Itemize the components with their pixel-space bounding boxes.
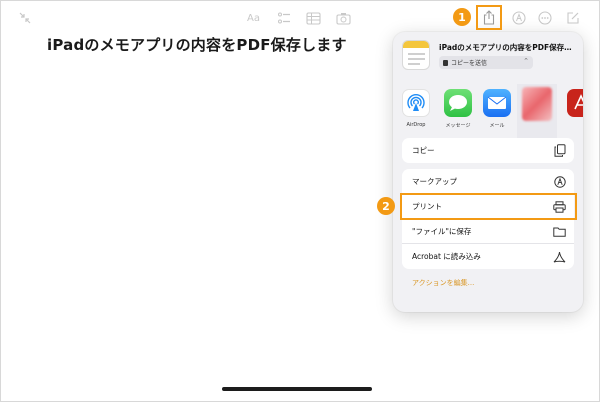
share-button-highlight: [476, 5, 502, 30]
note-title[interactable]: iPadのメモアプリの内容をPDF保存します: [47, 34, 347, 55]
messages-icon: [444, 89, 472, 117]
share-sheet-header: iPadのメモアプリの内容をPDF保存… コピーを送信 ⌃: [393, 32, 583, 78]
camera-icon[interactable]: [336, 10, 351, 26]
blurred-contact-icon: [522, 87, 552, 121]
action-copy[interactable]: コピー: [402, 138, 574, 163]
airdrop-icon: [402, 89, 430, 117]
action-open-in-acrobat[interactable]: Acrobat に読み込み: [402, 244, 574, 269]
action-save-to-files[interactable]: "ファイル"に保存: [402, 219, 574, 244]
markup-icon: [553, 175, 566, 188]
print-row-highlight: [400, 193, 577, 220]
note-thumbnail: [402, 40, 430, 70]
share-sheet: iPadのメモアプリの内容をPDF保存… コピーを送信 ⌃ AirDrop メッ…: [393, 32, 583, 312]
share-app-mail[interactable]: メール: [480, 89, 514, 129]
compose-icon[interactable]: [566, 10, 580, 26]
acrobat-app-icon: [567, 89, 583, 117]
send-copy-selector[interactable]: コピーを送信 ⌃: [439, 56, 533, 69]
app-label: メッセージ: [445, 123, 471, 129]
action-label: "ファイル"に保存: [412, 226, 472, 236]
step-badge-1: 1: [453, 8, 471, 26]
acrobat-icon: [553, 250, 566, 263]
share-app-acrobat[interactable]: [564, 89, 583, 117]
mail-icon: [483, 89, 511, 117]
folder-icon: [553, 225, 566, 238]
checklist-icon[interactable]: [277, 10, 291, 26]
chevron-updown-icon: ⌃: [523, 57, 529, 65]
action-markup[interactable]: マークアップ: [402, 169, 574, 194]
collapse-icon[interactable]: [18, 10, 32, 26]
home-indicator[interactable]: [222, 387, 372, 391]
markup-icon[interactable]: [512, 10, 526, 26]
text-format-icon[interactable]: Aa: [247, 10, 260, 26]
share-app-blurred[interactable]: [520, 87, 554, 121]
step-badge-2: 2: [377, 197, 395, 215]
share-app-messages[interactable]: メッセージ: [441, 89, 475, 129]
table-icon[interactable]: [306, 10, 321, 26]
share-app-airdrop[interactable]: AirDrop: [399, 89, 433, 128]
app-label: AirDrop: [406, 122, 426, 128]
copy-group: コピー: [402, 138, 574, 163]
share-sheet-title: iPadのメモアプリの内容をPDF保存…: [439, 43, 572, 52]
copy-icon: [553, 144, 566, 157]
app-label: メール: [489, 123, 505, 129]
document-icon: [443, 59, 448, 66]
action-label: コピー: [412, 146, 435, 155]
send-copy-label: コピーを送信: [451, 60, 488, 67]
more-icon[interactable]: [538, 10, 552, 26]
edit-actions-link[interactable]: アクションを編集...: [412, 278, 474, 288]
action-label: マークアップ: [412, 176, 457, 186]
action-label: Acrobat に読み込み: [412, 252, 481, 261]
